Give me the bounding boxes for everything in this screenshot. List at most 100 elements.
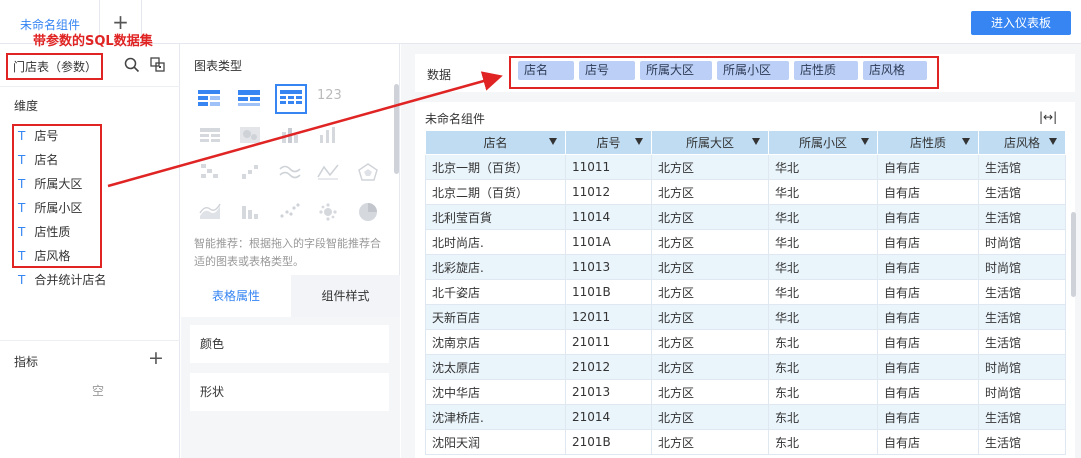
dimension-label: 维度	[14, 99, 39, 113]
sort-filter-icon[interactable]	[752, 138, 760, 145]
search-icon[interactable]	[124, 57, 140, 76]
data-field-bar: 数据 店名 店号 所属大区 所属小区 店性质 店风格	[415, 54, 1075, 92]
column-header[interactable]: 所属小区	[768, 130, 878, 155]
chart-type-scrollbar[interactable]	[394, 84, 399, 174]
table-cell: 北方区	[651, 229, 769, 255]
table-cell: 华北	[768, 179, 878, 205]
data-field-pill[interactable]: 所属大区	[640, 61, 712, 80]
scatter-chart-icon[interactable]	[279, 202, 307, 226]
table-cell: 华北	[768, 229, 878, 255]
table-cell: 生活馆	[978, 204, 1066, 230]
table-cell: 东北	[768, 404, 878, 430]
table-cell: 自有店	[877, 304, 979, 330]
smart-recommend-tip: 智能推荐：根据拖入的字段智能推荐合适的图表或表格类型。	[194, 237, 381, 268]
dataset-selector[interactable]: 门店表（参数）	[13, 58, 97, 75]
area-chart-icon[interactable]	[199, 202, 227, 226]
sort-filter-icon[interactable]	[1049, 138, 1057, 145]
field-item[interactable]: T 合并统计店名	[18, 270, 106, 290]
cross-table-icon[interactable]	[237, 88, 265, 112]
table-row[interactable]: 北京一期（百货） 11011 北方区 华北 自有店 生活馆	[425, 154, 1066, 180]
property-tabs: 表格属性 组件样式	[181, 275, 400, 317]
table-cell: 1101A	[565, 229, 652, 255]
shape-property[interactable]: 形状	[190, 373, 389, 411]
grouped-bar-icon[interactable]	[279, 126, 307, 150]
table-cell: 北方区	[651, 429, 769, 455]
table-cell: 天新百店	[425, 304, 566, 330]
waterfall-icon[interactable]	[199, 162, 227, 186]
chart-type-label: 图表类型	[194, 59, 243, 73]
grid-table-icon[interactable]	[199, 126, 227, 150]
table-row[interactable]: 北利莹百貨 11014 北方区 华北 自有店 生活馆	[425, 204, 1066, 230]
data-field-pill[interactable]: 店风格	[863, 61, 927, 80]
table-cell: 北京一期（百货）	[425, 154, 566, 180]
table-cell: 生活馆	[978, 304, 1066, 330]
add-metric-button[interactable]: +	[148, 347, 164, 369]
column-header[interactable]: 店性质	[877, 130, 979, 155]
sort-filter-icon[interactable]	[549, 138, 557, 145]
table-row[interactable]: 天新百店 12011 北方区 华北 自有店 生活馆	[425, 304, 1066, 330]
table-row[interactable]: 沈阳天润 2101B 北方区 东北 自有店 生活馆	[425, 429, 1066, 455]
table-row[interactable]: 北千姿店 1101B 北方区 华北 自有店 生活馆	[425, 279, 1066, 305]
table-cell: 自有店	[877, 254, 979, 280]
line-chart-icon[interactable]	[279, 162, 307, 186]
table-cell: 自有店	[877, 154, 979, 180]
column-header[interactable]: 店名	[425, 130, 566, 155]
column-header[interactable]: 店号	[565, 130, 652, 155]
data-field-pill[interactable]: 店号	[579, 61, 635, 80]
bar-chart-icon[interactable]	[317, 126, 345, 150]
column-header[interactable]: 店风格	[978, 130, 1066, 155]
text-type-icon: T	[18, 129, 26, 143]
widget-title: 未命名组件	[425, 112, 486, 126]
enter-dashboard-button[interactable]: 进入仪表板	[971, 11, 1071, 35]
radar-chart-icon[interactable]	[357, 162, 385, 186]
table-row[interactable]: 沈太原店 21012 北方区 东北 自有店 时尚馆	[425, 354, 1066, 380]
field-item[interactable]: T 店风格	[18, 246, 70, 266]
area-line-icon[interactable]	[317, 162, 345, 186]
table-group-icon[interactable]	[197, 88, 225, 112]
column-header[interactable]: 所属大区	[651, 130, 769, 155]
field-item[interactable]: T 所属大区	[18, 174, 82, 194]
step-bar-icon[interactable]	[239, 162, 267, 186]
divider	[0, 340, 180, 341]
table-cell: 北京二期（百货）	[425, 179, 566, 205]
table-row[interactable]: 沈南京店 21011 北方区 东北 自有店 生活馆	[425, 329, 1066, 355]
sort-filter-icon[interactable]	[962, 138, 970, 145]
table-cell: 生活馆	[978, 154, 1066, 180]
table-cell: 11012	[565, 179, 652, 205]
table-row[interactable]: 北彩旋店. 11013 北方区 华北 自有店 时尚馆	[425, 254, 1066, 280]
column-chart-icon[interactable]	[239, 202, 267, 226]
table-row[interactable]: 北时尚店. 1101A 北方区 华北 自有店 时尚馆	[425, 229, 1066, 255]
data-field-pill[interactable]: 店名	[518, 61, 574, 80]
data-field-pill[interactable]: 店性质	[794, 61, 858, 80]
field-item[interactable]: T 店名	[18, 150, 58, 170]
table-row[interactable]: 沈中华店 21013 北方区 东北 自有店 时尚馆	[425, 379, 1066, 405]
table-row[interactable]: 沈津桥店. 21014 北方区 东北 自有店 生活馆	[425, 404, 1066, 430]
bubble-chart-icon[interactable]	[317, 202, 345, 226]
field-item[interactable]: T 店号	[18, 126, 58, 146]
sort-filter-icon[interactable]	[635, 138, 643, 145]
detail-table-icon[interactable]	[275, 84, 307, 114]
table-cell: 北方区	[651, 379, 769, 405]
table-row[interactable]: 北京二期（百货） 11012 北方区 华北 自有店 生活馆	[425, 179, 1066, 205]
table-cell: 2101B	[565, 429, 652, 455]
field-item[interactable]: T 所属小区	[18, 198, 82, 218]
table-scrollbar[interactable]	[1071, 212, 1076, 297]
heatmap-icon[interactable]	[239, 126, 267, 150]
sort-filter-icon[interactable]	[861, 138, 869, 145]
top-bar: 未命名组件 + 进入仪表板	[0, 0, 1081, 44]
data-field-pill[interactable]: 所属小区	[717, 61, 789, 80]
pie-chart-icon[interactable]	[357, 202, 385, 226]
table-cell: 自有店	[877, 404, 979, 430]
table-cell: 东北	[768, 429, 878, 455]
color-property[interactable]: 颜色	[190, 325, 389, 363]
switch-dataset-icon[interactable]	[150, 57, 166, 76]
table-cell: 北方区	[651, 404, 769, 430]
table-cell: 自有店	[877, 204, 979, 230]
expand-width-icon[interactable]: |↔|	[1039, 110, 1057, 124]
kpi-number-icon[interactable]: 123	[317, 88, 345, 112]
table-cell: 21013	[565, 379, 652, 405]
table-cell: 沈南京店	[425, 329, 566, 355]
tab-component-style[interactable]: 组件样式	[291, 275, 400, 317]
tab-table-properties[interactable]: 表格属性	[181, 275, 291, 317]
field-item[interactable]: T 店性质	[18, 222, 70, 242]
